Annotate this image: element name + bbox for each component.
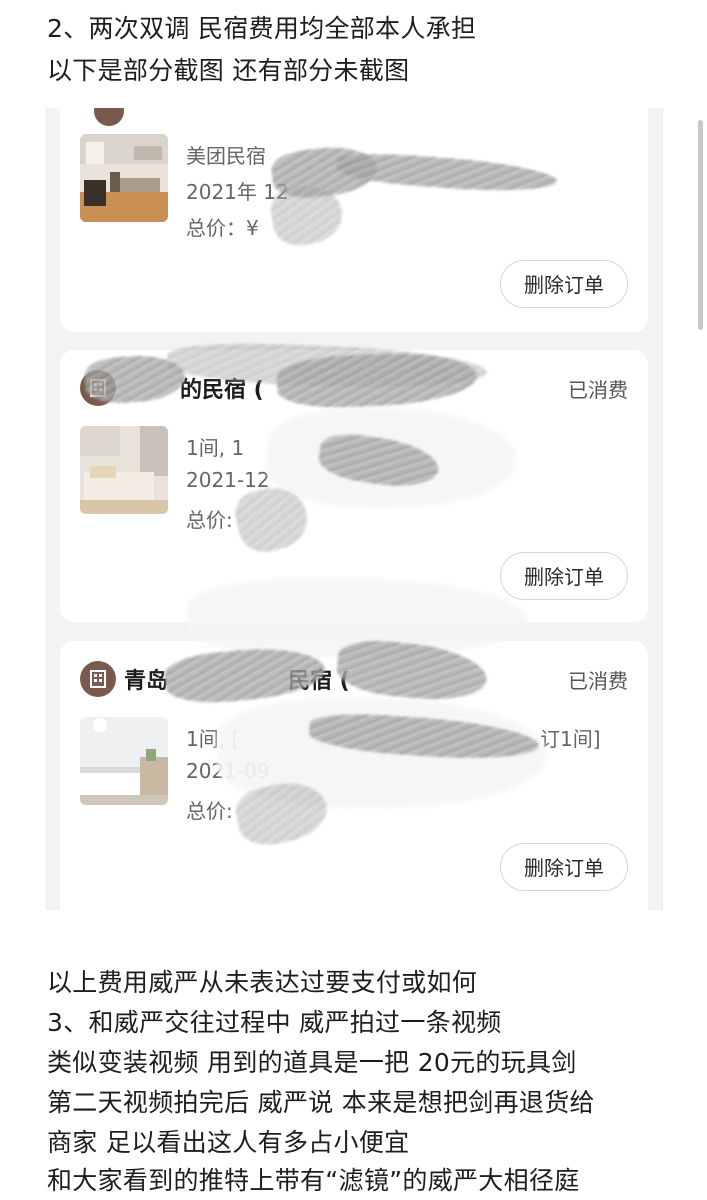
post-text-line: 3、和威严交往过程中 威严拍过一条视频 [47,1008,502,1037]
order-room-info-suffix: 订1间] [540,727,601,751]
order-date: 2021-12 [186,468,270,492]
order-card: 美团民宿 2021年 12 总价：¥ 删除订单 [60,108,648,332]
shop-icon [94,108,124,126]
order-total: 总价: [186,508,233,532]
order-status: 已消费 [568,378,628,402]
post-text-line: 类似变装视频 用到的道具是一把 20元的玩具剑 [47,1048,577,1077]
shop-name: 青岛 [124,669,169,694]
listing-thumbnail [80,134,168,222]
post-text-line: 以下是部分截图 还有部分未截图 [47,56,410,85]
delete-order-button[interactable]: 删除订单 [500,552,628,600]
post-text-line: 2、两次双调 民宿费用均全部本人承担 [47,14,477,43]
order-total: 总价: [186,799,233,823]
order-screenshot: 美团民宿 2021年 12 总价：¥ 删除订单 的民宿 ( 已消费 1间, 1 … [46,108,663,910]
delete-order-button[interactable]: 删除订单 [500,843,628,891]
post-text-line: 以上费用威严从未表达过要支付或如何 [47,968,478,997]
order-room-info: 1间, 1 [186,436,245,460]
post-text-line: 商家 足以看出这人有多占小便宜 [47,1128,410,1157]
listing-thumbnail [80,717,168,805]
post-text-line: 第二天视频拍完后 威严说 本来是想把剑再退货给 [47,1088,595,1117]
scrollbar[interactable] [698,120,703,330]
delete-order-button[interactable]: 删除订单 [500,260,628,308]
listing-thumbnail [80,426,168,514]
order-total: 总价：¥ [186,216,259,240]
shop-icon [80,661,116,697]
order-source: 美团民宿 [186,144,266,168]
post-text-line: 和大家看到的推特上带有“滤镜”的威严大相径庭 [47,1166,580,1195]
order-status: 已消费 [568,669,628,693]
